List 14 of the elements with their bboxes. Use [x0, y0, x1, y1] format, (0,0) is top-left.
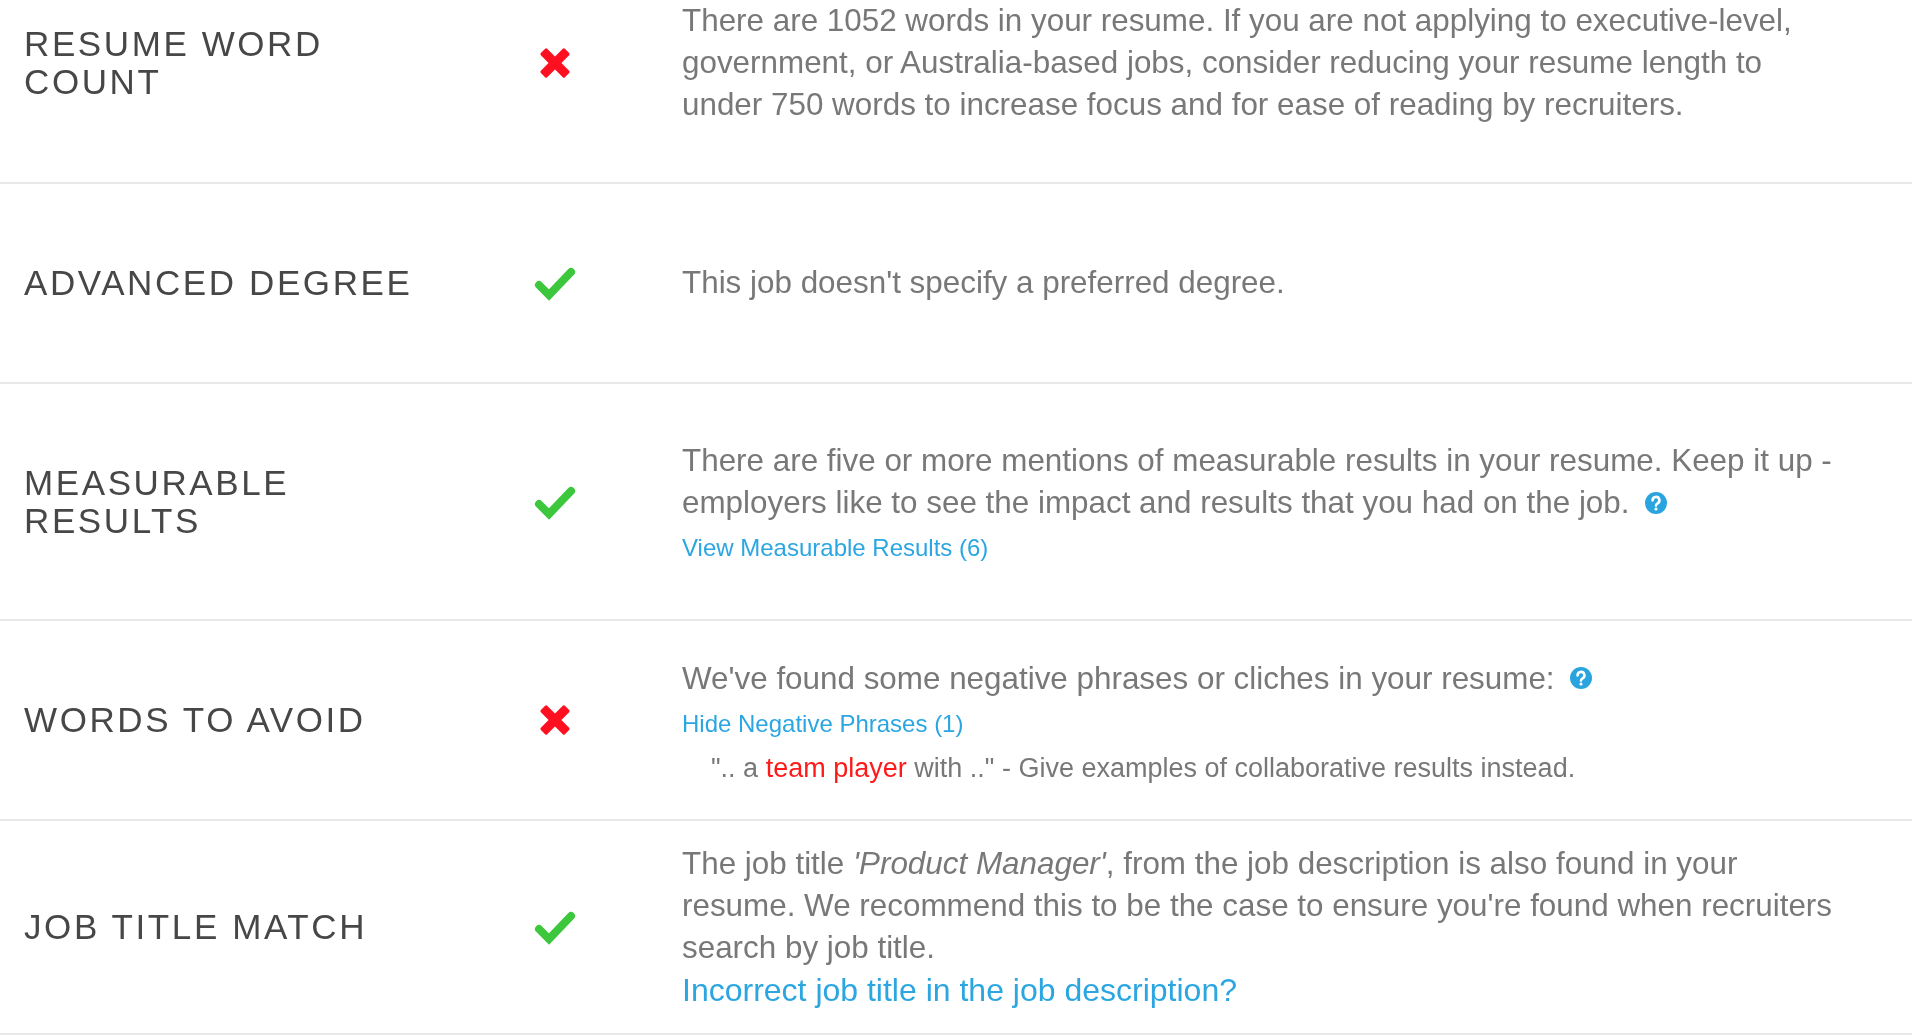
description-text: There are five or more mentions of measurable results in your resume. Keep it up - employers like to see the impact and results that you had on the job. — [682, 443, 1832, 520]
job-title-link[interactable]: Incorrect job title in the job description? — [682, 969, 1237, 1011]
toggle-link[interactable]: Hide Negative Phrases (1) — [682, 708, 964, 739]
description-text: This job doesn't specify a preferred degree. — [682, 265, 1285, 300]
description-text: There are 1052 words in your resume. If you are not applying to executive-level, government, or Australia-based jobs, consider reducing your resume length to under 750 words to increase focus and for ease of reading by recruiters. — [682, 3, 1792, 122]
description-text: The job title 'Product Manager', from the job description is also found in your resume. We recommend this to be the case to ensure you're found when recruiters search by job title. — [682, 846, 1832, 965]
toggle-link[interactable]: View Measurable Results (6) — [682, 533, 989, 563]
check-title: JOB TITLE MATCH — [24, 907, 367, 946]
check-title: MEASURABLE RESULTS — [24, 462, 290, 540]
check-title: WORDS TO AVOID — [24, 700, 366, 739]
check-title: RESUME WORD COUNT — [24, 24, 323, 101]
description-text: We've found some negative phrases or cliches in your resume: — [682, 660, 1555, 696]
check-title: ADVANCED DEGREE — [24, 263, 413, 302]
phrase-note: ".. a team player with .." - Give examples of collaborative results instead. — [711, 752, 1577, 783]
